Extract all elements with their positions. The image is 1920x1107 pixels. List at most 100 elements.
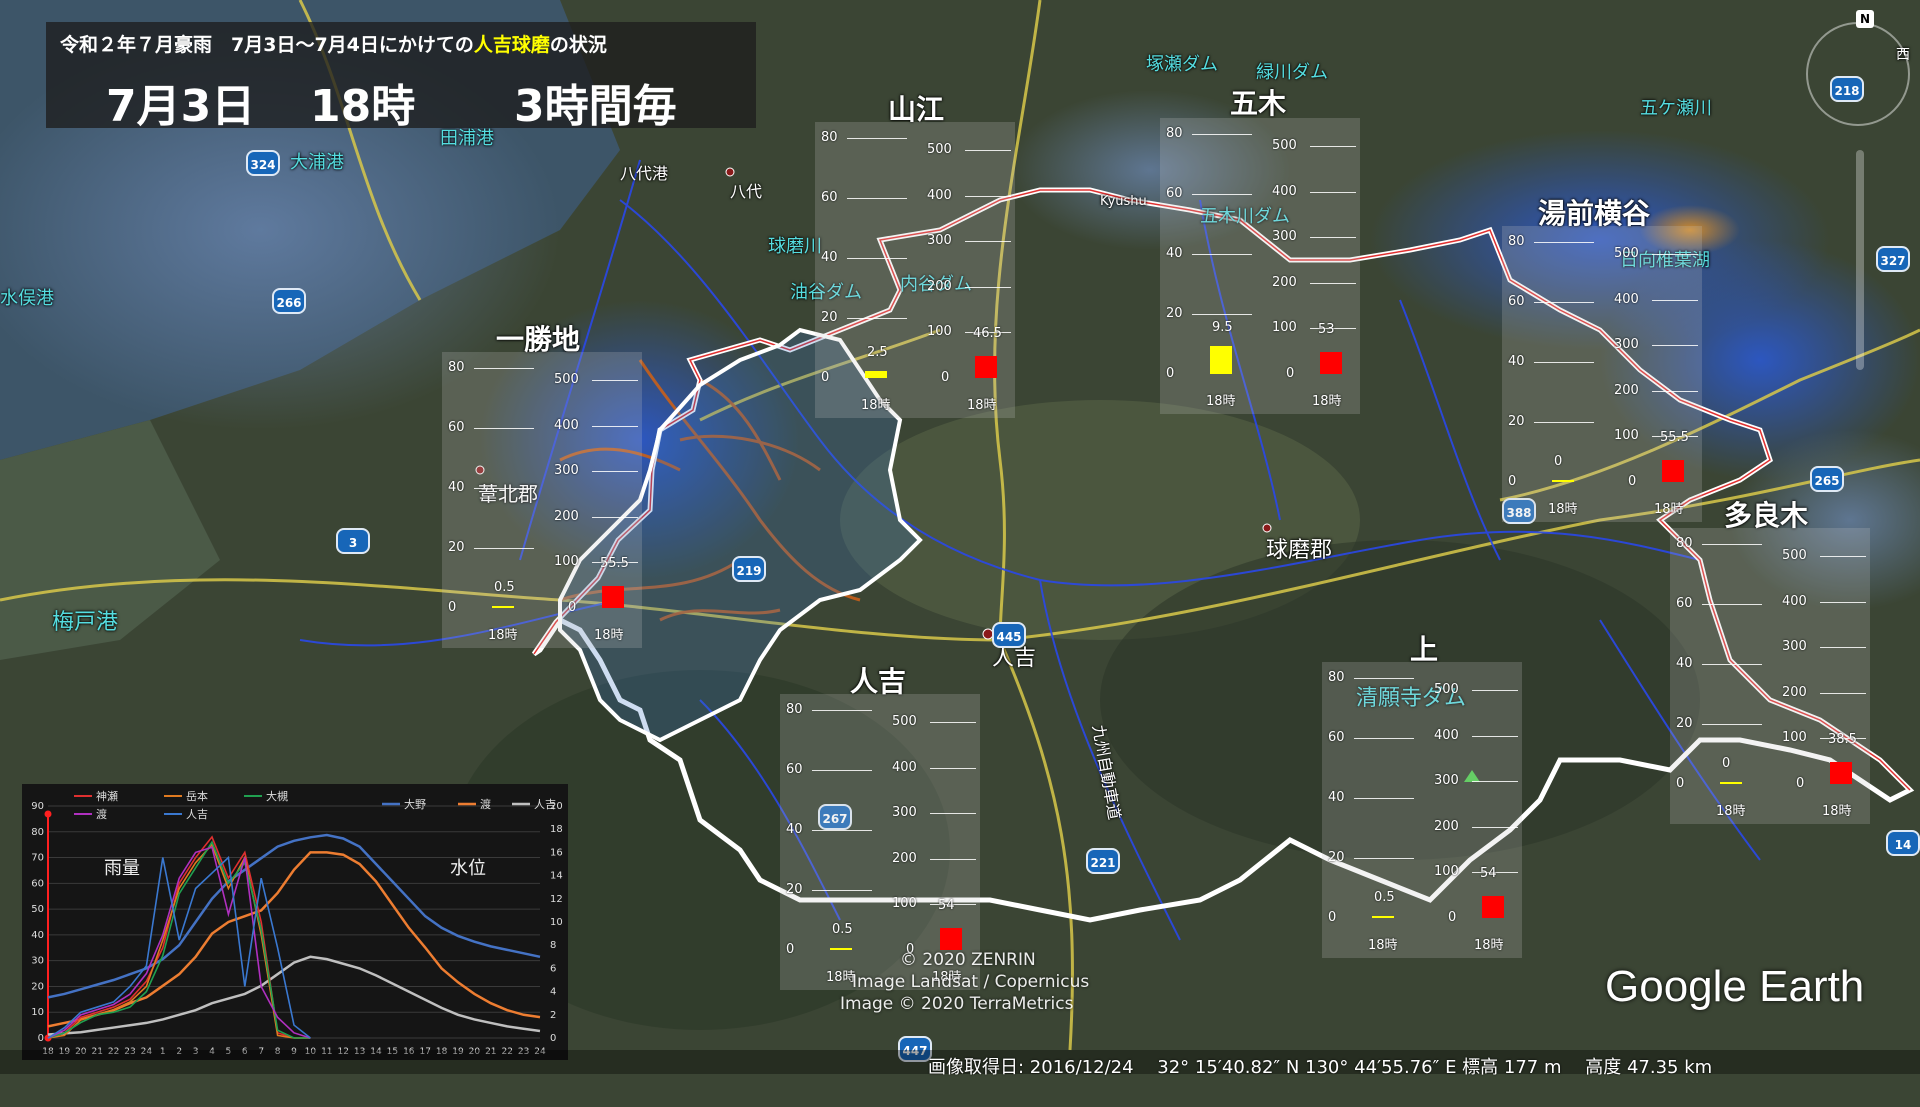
rain-gridline xyxy=(1702,664,1762,665)
level-gridline xyxy=(1652,345,1698,347)
level-hour-label: 18時 xyxy=(1474,938,1504,953)
rain-gridline xyxy=(1702,724,1762,725)
zoom-slider[interactable] xyxy=(1856,150,1864,370)
water-level-marker xyxy=(1662,460,1684,482)
level-tick-label: 100 xyxy=(1782,730,1807,746)
level-gridline xyxy=(1820,556,1866,557)
rain-hour-label: 18時 xyxy=(1716,804,1746,819)
level-value-label: 46.5 xyxy=(973,326,1002,341)
level-gridline xyxy=(1652,254,1698,255)
rain-tick-label: 80 xyxy=(1676,536,1693,551)
level-axis-title: 水位 xyxy=(450,858,486,879)
level-gridline xyxy=(592,471,638,473)
rain-gridline xyxy=(1534,362,1594,363)
level-value-label: 38.5 xyxy=(1828,732,1857,747)
rain-bar xyxy=(1552,480,1574,482)
north-icon[interactable]: N xyxy=(1856,10,1874,28)
level-tick-label: 300 xyxy=(1434,773,1459,789)
level-gridline xyxy=(1310,191,1356,193)
place-kuma-gun: 球磨郡 xyxy=(1266,538,1333,563)
level-gridline xyxy=(930,858,976,860)
level-tick-label: 0 xyxy=(1286,366,1295,381)
level-tick-label: 500 xyxy=(1782,548,1807,563)
right-axis-tick: 4 xyxy=(550,987,556,998)
level-gridline xyxy=(965,286,1011,288)
right-axis-tick: 0 xyxy=(550,1033,556,1044)
level-tick-label: 0 xyxy=(1796,776,1805,791)
level-tick-label: 500 xyxy=(1434,682,1459,697)
level-tick-label: 100 xyxy=(927,324,952,340)
rain-gridline xyxy=(1354,738,1414,739)
level-value-label: 55.5 xyxy=(600,556,629,571)
rain-tick-label: 40 xyxy=(448,480,465,495)
level-tick-label: 200 xyxy=(892,850,917,866)
level-gridline xyxy=(1652,390,1698,392)
level-hour-label: 18時 xyxy=(1654,502,1684,517)
level-tick-label: 200 xyxy=(1434,818,1459,834)
level-tick-label: 100 xyxy=(1614,428,1639,444)
level-gridline xyxy=(1310,282,1356,284)
level-gridline xyxy=(1472,735,1518,737)
rain-tick-label: 40 xyxy=(1508,354,1525,369)
rain-tick-label: 80 xyxy=(786,702,803,717)
left-axis-tick: 30 xyxy=(31,956,44,967)
rain-tick-label: 60 xyxy=(1328,730,1345,745)
level-tick-label: 300 xyxy=(1782,639,1807,655)
rain-value-label: 9.5 xyxy=(1212,319,1233,335)
road-shield-265: 265 xyxy=(1810,466,1844,492)
rain-bar xyxy=(1372,916,1394,918)
current-time-dot xyxy=(44,810,52,818)
place-yatsushiro-port: 八代港 xyxy=(620,164,669,183)
rain-hour-label: 18時 xyxy=(1548,502,1578,517)
level-tick-label: 400 xyxy=(1434,727,1459,743)
rain-tick-label: 80 xyxy=(821,130,838,145)
rain-gridline xyxy=(1534,302,1594,303)
rain-tick-label: 60 xyxy=(786,762,803,777)
level-tick-label: 400 xyxy=(1272,183,1297,199)
rain-gridline xyxy=(812,830,872,831)
level-hour-label: 18時 xyxy=(1822,804,1852,819)
level-gridline xyxy=(1820,692,1866,694)
level-tick-label: 200 xyxy=(927,278,952,294)
level-hour-label: 18時 xyxy=(594,628,624,643)
rain-gridline xyxy=(1354,858,1414,859)
credit-landsat: Image Landsat / Copernicus xyxy=(852,972,1090,992)
level-tick-label: 300 xyxy=(892,805,917,821)
level-gridline xyxy=(930,722,976,723)
road-shield-327: 327 xyxy=(1876,246,1910,272)
google-earth-logo: Google Earth xyxy=(1605,962,1865,1011)
legend-label: 岳本 xyxy=(186,789,208,803)
compass-icon[interactable] xyxy=(1806,22,1910,126)
level-tick-label: 300 xyxy=(554,463,579,479)
level-gridline xyxy=(965,150,1011,151)
rain-axis-title: 雨量 xyxy=(104,858,140,879)
level-tick-label: 300 xyxy=(1272,229,1297,245)
legend-label: 渡 xyxy=(480,797,491,811)
place-gokase: 五ケ瀬川 xyxy=(1640,98,1712,119)
left-axis-tick: 60 xyxy=(31,878,44,889)
legend-label: 大野 xyxy=(404,797,426,811)
level-tick-label: 400 xyxy=(1782,593,1807,609)
right-axis-tick: 14 xyxy=(550,871,563,882)
rain-tick-label: 20 xyxy=(1328,850,1345,865)
rain-tick-label: 60 xyxy=(1166,186,1183,201)
level-hour-label: 18時 xyxy=(1312,394,1342,409)
road-shield-221: 221 xyxy=(1086,848,1120,874)
place-ohura-port: 大浦港 xyxy=(290,152,344,173)
rain-tick-label: 40 xyxy=(786,822,803,837)
rain-gridline xyxy=(1702,604,1762,605)
rainfall-waterlevel-chart: 90807060504030201002018161412108642018 19… xyxy=(22,784,568,1060)
level-gridline xyxy=(930,813,976,815)
place-ryokuro-dam: 緑川ダム xyxy=(1256,62,1328,83)
level-tick-label: 400 xyxy=(554,417,579,433)
level-tick-label: 0 xyxy=(941,370,950,385)
station-panel-itsuki: 80 60 40 20 0 500 400 300 200 100 0 9.5 53 18時 18時 xyxy=(1160,118,1360,414)
level-tick-label: 400 xyxy=(927,187,952,203)
level-tick-label: 500 xyxy=(1614,246,1639,261)
rain-gridline xyxy=(1354,678,1414,679)
level-gridline xyxy=(1652,299,1698,301)
water-level-marker xyxy=(1482,896,1504,918)
level-gridline xyxy=(965,195,1011,197)
subtitle: 令和２年７月豪雨 7月3日～7月4日にかけての人吉球磨の状況 xyxy=(60,34,607,56)
rain-bar xyxy=(1720,782,1742,784)
